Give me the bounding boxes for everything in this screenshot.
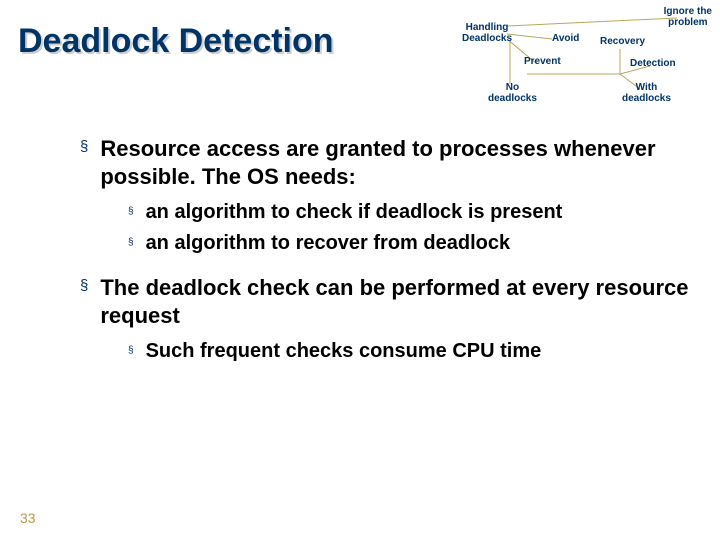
diagram-detection-label: Detection [630, 58, 676, 69]
diagram-with-deadlocks-label: With deadlocks [622, 82, 671, 104]
bullet-icon: § [128, 206, 134, 225]
diagram-avoid-label: Avoid [552, 33, 579, 44]
page-title: Deadlock Detection [18, 22, 334, 61]
bullet-text: Such frequent checks consume CPU time [146, 339, 542, 364]
list-item: § The deadlock check can be performed at… [80, 274, 690, 329]
diagram-root-label: Handling Deadlocks [462, 22, 512, 44]
bullet-icon: § [80, 138, 88, 190]
list-item: § Such frequent checks consume CPU time [128, 339, 690, 364]
bullet-icon: § [80, 277, 88, 329]
diagram-ignore-label: Ignore the problem [664, 6, 712, 28]
list-item: § an algorithm to recover from deadlock [128, 231, 690, 256]
diagram-prevent-label: Prevent [524, 56, 561, 67]
content-area: § Resource access are granted to process… [80, 135, 690, 382]
bullet-text: The deadlock check can be performed at e… [100, 274, 690, 329]
bullet-icon: § [128, 237, 134, 256]
bullet-text: an algorithm to check if deadlock is pre… [146, 200, 563, 225]
diagram-no-deadlocks-label: No deadlocks [488, 82, 537, 104]
bullet-text: an algorithm to recover from deadlock [146, 231, 511, 256]
list-item: § Resource access are granted to process… [80, 135, 690, 190]
concept-diagram: Handling Deadlocks Ignore the problem Av… [452, 4, 712, 109]
diagram-recovery-label: Recovery [600, 36, 645, 47]
slide-number: 33 [20, 510, 36, 526]
list-item: § an algorithm to check if deadlock is p… [128, 200, 690, 225]
bullet-text: Resource access are granted to processes… [100, 135, 690, 190]
bullet-icon: § [128, 345, 134, 364]
sub-list: § Such frequent checks consume CPU time [128, 339, 690, 364]
sub-list: § an algorithm to check if deadlock is p… [128, 200, 690, 256]
